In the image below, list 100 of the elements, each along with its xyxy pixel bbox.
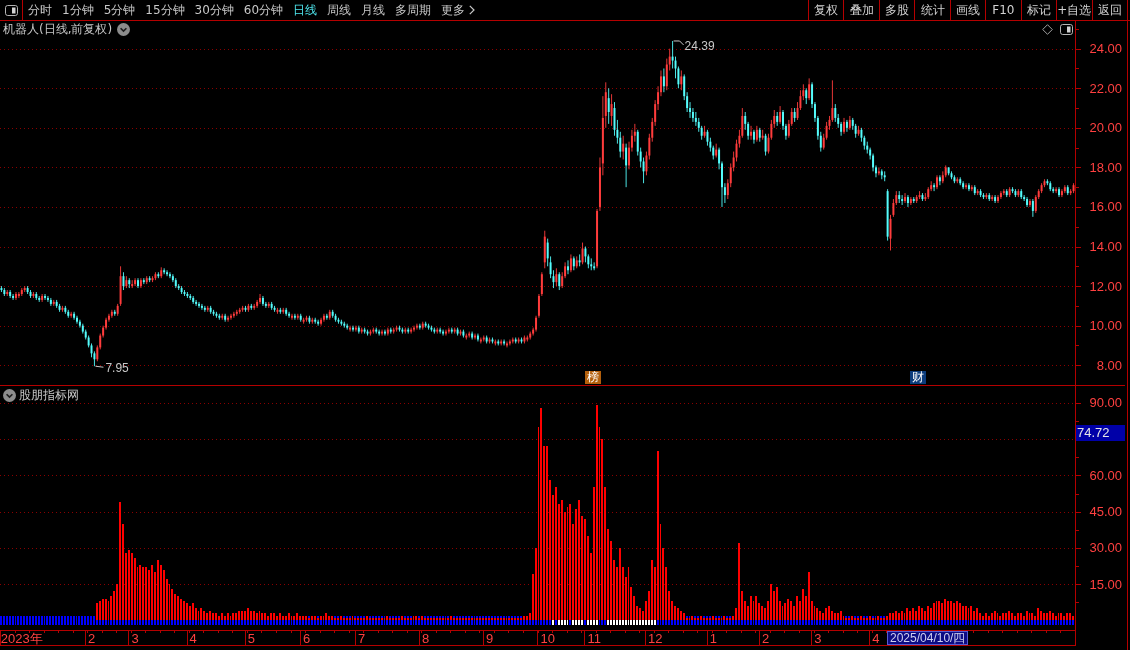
bar [282, 616, 284, 620]
bar [378, 620, 380, 625]
bar [203, 620, 205, 625]
toolbar-button[interactable]: 画线 [949, 0, 986, 20]
bar [180, 620, 182, 625]
bar [58, 620, 60, 625]
bar [825, 608, 827, 620]
bar [555, 487, 557, 620]
bar [331, 620, 333, 625]
candlestick [352, 325, 354, 333]
bar [520, 620, 522, 625]
axis-label: 7 [358, 631, 366, 646]
bar [819, 620, 821, 625]
axis-label: 18.00 [1089, 159, 1122, 175]
indicator-title: 股朋指标网 [19, 388, 79, 403]
toolbar-button[interactable]: F10 [985, 0, 1021, 20]
panel-icon[interactable] [1060, 24, 1073, 35]
candlestick [195, 299, 198, 307]
chevron-circle-icon[interactable] [117, 23, 131, 36]
bar [49, 620, 51, 625]
candlestick [936, 174, 938, 190]
period-tab[interactable]: 15分钟 [140, 0, 190, 20]
bar [941, 620, 943, 625]
axis-label: 2 [761, 631, 770, 646]
bar [343, 620, 345, 625]
toolbar-button[interactable]: 标记 [1020, 0, 1057, 20]
period-tab[interactable]: 5分钟 [98, 0, 141, 20]
candlestick [506, 341, 508, 348]
bar [927, 606, 929, 620]
bar [898, 620, 900, 625]
candlestick [73, 311, 76, 321]
bar [651, 560, 653, 620]
bar [851, 620, 853, 625]
period-tab[interactable]: 60分钟 [238, 0, 289, 20]
toolbar-button[interactable]: 返回 [1091, 0, 1128, 20]
candlestick [291, 313, 293, 321]
bar [738, 620, 740, 625]
toolbar-button[interactable]: 叠加 [843, 0, 879, 20]
bar [898, 613, 900, 620]
bar [67, 620, 69, 625]
bar [613, 620, 615, 625]
bar [183, 601, 185, 620]
bar [479, 620, 481, 625]
period-tab[interactable]: 分时 [23, 0, 57, 20]
diamond-icon[interactable] [1042, 24, 1053, 35]
bar [776, 587, 778, 620]
period-tab[interactable]: 日线 [288, 0, 323, 20]
bar [962, 606, 964, 620]
candlestick [764, 133, 767, 156]
bar [99, 620, 101, 625]
period-tab[interactable]: 30分钟 [189, 0, 239, 20]
bar [84, 620, 86, 625]
bar [285, 616, 287, 620]
bar [3, 620, 5, 625]
bar [1063, 620, 1065, 625]
bar [677, 608, 679, 620]
bar [218, 620, 220, 625]
period-tab[interactable]: 周线 [322, 0, 357, 20]
bar [468, 620, 470, 625]
axis-label: 90.00 [1089, 395, 1122, 411]
toolbar-button[interactable]: 复权 [808, 0, 844, 20]
bar [244, 611, 246, 620]
candlestick [134, 277, 137, 287]
value-label: 74.72 [1076, 425, 1125, 441]
chevron-circle-icon[interactable] [3, 389, 16, 402]
bar [883, 620, 885, 625]
bar [1034, 620, 1036, 625]
bar [982, 616, 984, 620]
bar [218, 616, 220, 620]
bar [334, 620, 336, 625]
toolbar-button[interactable]: 多股 [878, 0, 915, 20]
candlestick [906, 194, 909, 208]
bar [732, 620, 734, 625]
bar [238, 620, 240, 625]
toolbar-button[interactable]: +自选 [1056, 0, 1092, 20]
bar [0, 620, 2, 625]
bar [264, 613, 266, 620]
axis-label: 3 [814, 631, 822, 646]
more-button[interactable]: 更多 [436, 0, 481, 20]
bar [462, 620, 464, 625]
bar [930, 620, 932, 625]
bar [991, 613, 993, 620]
bar [1020, 620, 1022, 625]
bar [485, 620, 487, 625]
bar [433, 620, 435, 625]
candlestick [567, 259, 569, 275]
bar [590, 620, 592, 625]
candlestick [76, 315, 78, 325]
bar [160, 620, 162, 625]
bar [142, 567, 144, 620]
period-tab[interactable]: 月线 [356, 0, 391, 20]
toolbar-button[interactable]: 统计 [914, 0, 950, 20]
period-tab[interactable]: 多周期 [390, 0, 437, 20]
bar [758, 620, 760, 625]
period-tab[interactable]: 1分钟 [57, 0, 99, 20]
bar [828, 606, 830, 620]
bar [578, 500, 580, 620]
axis-label: 30.00 [1089, 540, 1122, 556]
candlestick [322, 313, 325, 323]
bar [540, 408, 542, 620]
